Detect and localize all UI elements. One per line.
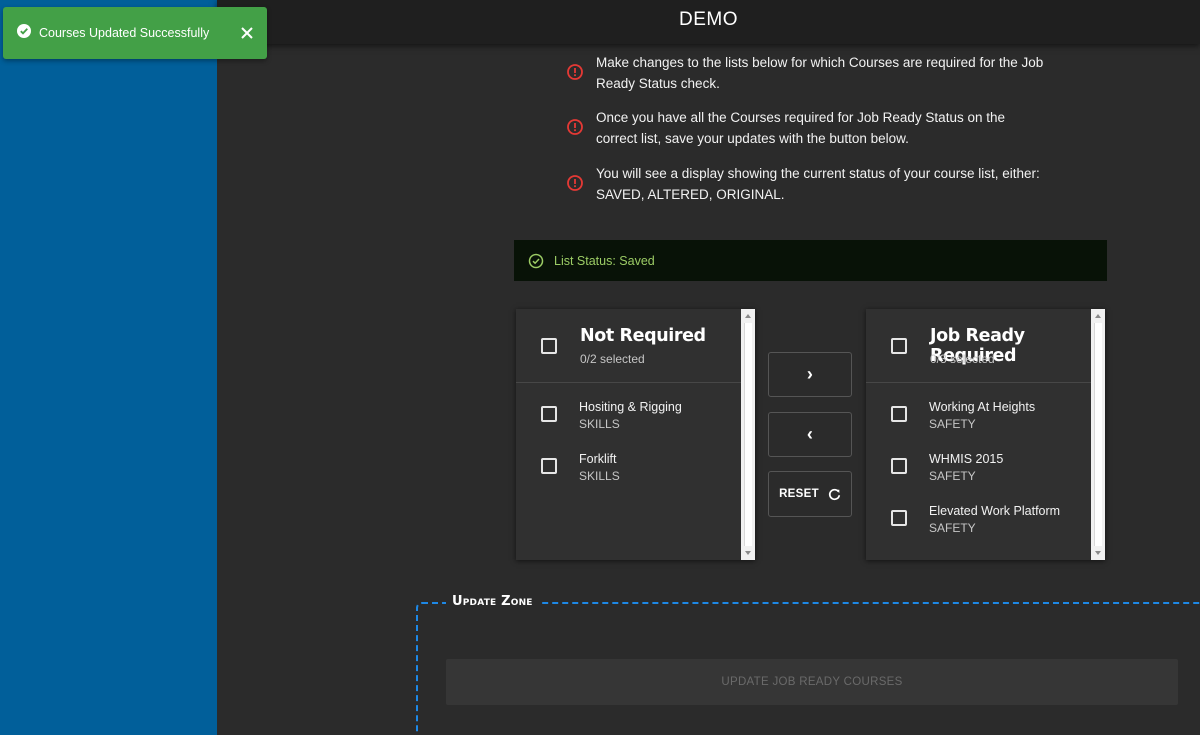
list-header: Job Ready Required 0/3 selected (866, 309, 1091, 383)
chevron-right-icon: › (806, 364, 814, 384)
scroll-up-icon[interactable] (745, 314, 751, 318)
scrollbar[interactable] (1091, 309, 1105, 560)
move-right-button[interactable]: › (768, 352, 852, 397)
reset-button[interactable]: RESET (768, 471, 852, 517)
list-status-bar: List Status: Saved (514, 240, 1107, 281)
course-name: Working At Heights (929, 400, 1036, 414)
list-item[interactable]: Forklift SKILLS (516, 452, 741, 492)
item-checkbox[interactable] (541, 458, 557, 474)
list-item[interactable]: WHMIS 2015 SAFETY (866, 452, 1091, 492)
item-checkbox[interactable] (891, 510, 907, 526)
course-category: SAFETY (929, 469, 976, 483)
course-category: SAFETY (929, 521, 976, 535)
list-header: Not Required 0/2 selected (516, 309, 741, 383)
item-checkbox[interactable] (541, 406, 557, 422)
alert-circle-icon (567, 64, 583, 80)
sidebar (0, 0, 217, 735)
instruction-item: You will see a display showing the curre… (566, 163, 1046, 205)
scroll-thumb[interactable] (744, 323, 752, 546)
scroll-down-icon[interactable] (1095, 551, 1101, 555)
course-name: Elevated Work Platform (929, 504, 1061, 518)
scroll-down-icon[interactable] (745, 551, 751, 555)
update-button-label: UPDATE JOB READY COURSES (721, 676, 903, 688)
course-category: SAFETY (929, 417, 976, 431)
list-title: Not Required (580, 326, 706, 346)
list-status-label: List Status: Saved (554, 253, 655, 268)
toast-message: Courses Updated Successfully (39, 26, 210, 40)
update-job-ready-courses-button[interactable]: UPDATE JOB READY COURSES (446, 659, 1178, 705)
refresh-icon (828, 488, 841, 500)
course-name: WHMIS 2015 (929, 452, 1004, 466)
select-all-checkbox[interactable] (541, 338, 557, 354)
scroll-up-icon[interactable] (1095, 314, 1101, 318)
job-ready-required-list: Job Ready Required 0/3 selected Working … (866, 309, 1105, 560)
scroll-thumb[interactable] (1094, 323, 1102, 546)
update-zone-legend: Update Zone (446, 594, 539, 609)
course-category: SKILLS (579, 469, 620, 483)
close-icon[interactable] (227, 13, 267, 53)
chevron-left-icon: ‹ (806, 424, 814, 444)
instruction-item: Once you have all the Courses required f… (566, 107, 1046, 149)
app-title: DEMO (679, 9, 738, 30)
list-item[interactable]: Hositing & Rigging SKILLS (516, 400, 741, 440)
move-left-button[interactable]: ‹ (768, 412, 852, 457)
course-name: Hositing & Rigging (579, 400, 682, 414)
list-item[interactable]: Elevated Work Platform SAFETY (866, 504, 1091, 544)
instruction-item: Make changes to the lists below for whic… (566, 52, 1046, 94)
scrollbar[interactable] (741, 309, 755, 560)
selected-count: 0/2 selected (580, 352, 645, 366)
not-required-list: Not Required 0/2 selected Hositing & Rig… (516, 309, 755, 560)
top-app-bar: DEMO (217, 0, 1200, 44)
success-toast: Courses Updated Successfully (3, 7, 267, 59)
alert-circle-icon (567, 119, 583, 135)
check-circle-icon (17, 23, 31, 43)
instruction-text: Once you have all the Courses required f… (596, 110, 1005, 146)
selected-count: 0/3 selected (930, 352, 995, 366)
item-checkbox[interactable] (891, 406, 907, 422)
course-name: Forklift (579, 452, 617, 466)
reset-label: RESET (779, 488, 819, 500)
select-all-checkbox[interactable] (891, 338, 907, 354)
alert-circle-icon (567, 175, 583, 191)
check-circle-outline-icon (528, 253, 544, 268)
instruction-text: Make changes to the lists below for whic… (596, 55, 1044, 91)
instruction-text: You will see a display showing the curre… (596, 166, 1040, 202)
course-category: SKILLS (579, 417, 620, 431)
item-checkbox[interactable] (891, 458, 907, 474)
list-item[interactable]: Working At Heights SAFETY (866, 400, 1091, 440)
